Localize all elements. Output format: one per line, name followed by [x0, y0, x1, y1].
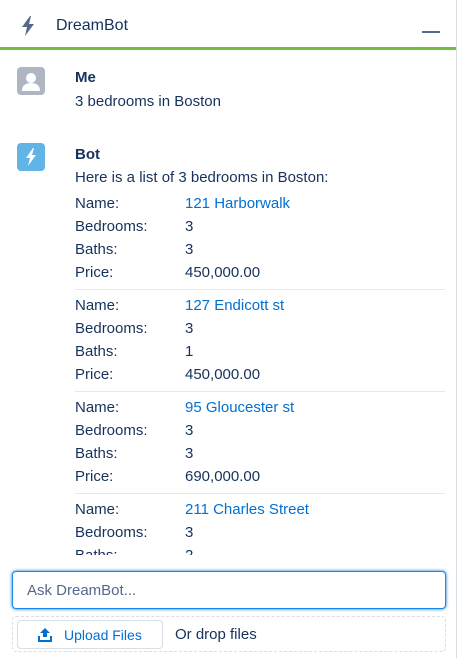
listing-divider	[75, 391, 445, 392]
listing-name-link[interactable]: 211 Charles Street	[185, 501, 309, 518]
upload-files-button[interactable]: Upload Files	[17, 620, 163, 649]
price-label: Price:	[75, 366, 114, 383]
upload-icon	[38, 628, 52, 642]
chat-header: DreamBot	[0, 0, 456, 50]
listing-item: Name: 127 Endicott st Bedrooms: 3 Baths: 1 …	[75, 297, 445, 389]
ask-dreambot-input[interactable]	[13, 572, 445, 608]
upload-files-label: Upload Files	[64, 627, 142, 643]
message-sender: Me	[75, 69, 96, 86]
baths-label: Baths:	[75, 445, 118, 462]
price-label: Price:	[75, 264, 114, 281]
bedrooms-label: Bedrooms:	[75, 422, 148, 439]
file-dropzone[interactable]: Upload Files Or drop files	[12, 616, 446, 652]
message-sender: Bot	[75, 146, 100, 163]
baths-label: Baths:	[75, 241, 118, 258]
lightning-icon	[22, 16, 34, 36]
price-value: 690,000.00	[185, 468, 261, 485]
bedrooms-value: 3	[185, 524, 194, 541]
listing-name-link[interactable]: 127 Endicott st	[185, 297, 284, 314]
listing-item: Name: 95 Gloucester st Bedrooms: 3 Baths: 3…	[75, 399, 445, 491]
message-text: Here is a list of 3 bedrooms in Boston:	[75, 169, 329, 186]
name-label: Name:	[75, 297, 120, 314]
name-label: Name:	[75, 501, 120, 518]
price-value: 450,000.00	[185, 264, 261, 281]
baths-label: Baths:	[75, 343, 118, 360]
baths-value: 2	[185, 547, 193, 555]
price-label: Price:	[75, 468, 114, 485]
message-composer	[12, 571, 446, 609]
listing-name-link[interactable]: 95 Gloucester st	[185, 399, 294, 416]
price-value: 450,000.00	[185, 366, 261, 383]
baths-value: 3	[185, 241, 194, 258]
name-label: Name:	[75, 399, 120, 416]
bot-avatar-icon	[17, 143, 45, 171]
listing-name-link[interactable]: 121 Harborwalk	[185, 195, 290, 212]
listing-item: Name: 121 Harborwalk Bedrooms: 3 Baths: 3 P…	[75, 195, 445, 287]
listing-divider	[75, 493, 445, 494]
chat-window: DreamBot Me 3 bedrooms in Boston Bot Her…	[0, 0, 457, 658]
message-feed[interactable]: Me 3 bedrooms in Boston Bot Here is a li…	[0, 50, 456, 555]
baths-value: 1	[185, 343, 194, 360]
bedrooms-value: 3	[185, 320, 194, 337]
chat-title: DreamBot	[56, 17, 129, 34]
baths-label: Baths:	[75, 547, 118, 555]
user-avatar-icon	[17, 67, 45, 95]
minimize-icon	[422, 31, 440, 33]
listing-item: Name: 211 Charles Street Bedrooms: 3 Baths…	[75, 501, 445, 555]
minimize-button[interactable]	[422, 22, 440, 33]
bedrooms-value: 3	[185, 422, 194, 439]
bedrooms-label: Bedrooms:	[75, 218, 148, 235]
name-label: Name:	[75, 195, 120, 212]
bedrooms-value: 3	[185, 218, 194, 235]
baths-value: 3	[185, 445, 194, 462]
message-text: 3 bedrooms in Boston	[75, 93, 221, 110]
drop-files-text: Or drop files	[175, 626, 257, 643]
bedrooms-label: Bedrooms:	[75, 524, 148, 541]
bedrooms-label: Bedrooms:	[75, 320, 148, 337]
listing-divider	[75, 289, 445, 290]
